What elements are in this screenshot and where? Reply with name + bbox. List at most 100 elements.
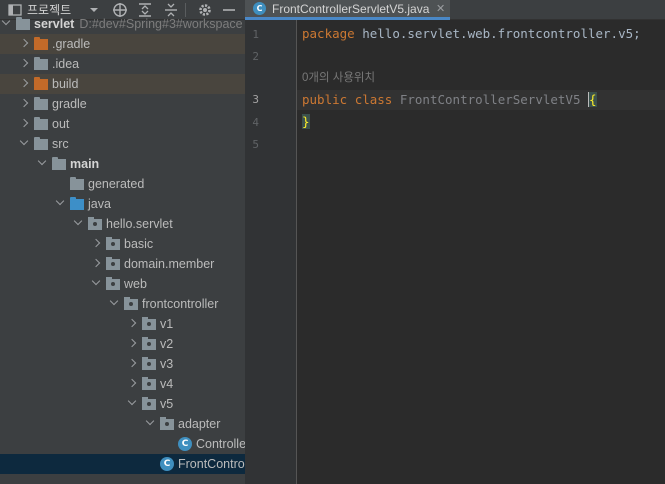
tree-row-basic[interactable]: basic [0,234,245,254]
code-keyword: class [354,92,393,107]
chevron-right-icon[interactable] [19,78,29,88]
chevron-right-icon[interactable] [91,238,101,248]
package-icon [142,357,156,370]
usages-hint[interactable]: 0개의 사용위치 [302,69,375,85]
chevron-down-icon[interactable] [37,156,47,166]
tree-item-label: out [52,114,69,134]
tree-row-web[interactable]: web [0,274,245,294]
package-icon [142,317,156,330]
tree-row-out[interactable]: out [0,114,245,134]
tree-item-text: java [88,197,111,211]
tree-row-idea[interactable]: .idea [0,54,245,74]
module-path: D:#dev#Spring#3#workspace [79,17,243,31]
tree-item-text: basic [124,237,154,251]
tree-row-src[interactable]: src [0,134,245,154]
tree-item-text: web [124,277,147,291]
tree-row-adapter[interactable]: adapter [0,414,245,434]
tree-item-label: .gradle [52,34,90,54]
tree-item-text: v4 [160,377,174,391]
chevron-down-icon[interactable] [145,416,155,426]
tree-row-hello-servlet[interactable]: hello.servlet [0,214,245,234]
tree-item-text: build [52,77,79,91]
chevron-down-icon[interactable] [19,136,29,146]
close-icon[interactable]: ✕ [436,0,445,18]
chevron-down-icon[interactable] [127,396,137,406]
folder-icon [34,57,48,70]
class-icon: C [253,2,266,15]
tree-item-text: v3 [160,357,174,371]
class-icon: C [178,437,192,451]
tree-row-domain-member[interactable]: domain.member [0,254,245,274]
tree-row-frontcontrol[interactable]: C FrontControl [0,454,245,474]
tree-item-text: src [52,137,69,151]
open-brace: { [589,92,597,107]
tree-item-text: domain.member [124,257,215,271]
tree-row-frontcontroller[interactable]: frontcontroller [0,294,245,314]
tree-row-controlle[interactable]: C Controlle [0,434,245,454]
chevron-right-icon[interactable] [91,258,101,268]
tree-row-build[interactable]: build [0,74,245,94]
tree-item-label: gradle [52,94,87,114]
chevron-right-icon[interactable] [19,118,29,128]
chevron-down-icon[interactable] [55,196,65,206]
tree-row-servlet[interactable]: servlet D:#dev#Spring#3#workspace [0,14,245,34]
tree-item-label: servlet D:#dev#Spring#3#workspace [34,14,243,34]
tree-item-text: main [70,157,100,171]
code-line-3[interactable]: public class FrontControllerServletV5 { [302,92,597,107]
tree-item-text: Controlle [196,437,245,451]
package-icon [142,397,156,410]
close-brace: } [302,114,310,129]
chevron-down-icon[interactable] [91,276,101,286]
chevron-right-icon[interactable] [19,98,29,108]
tree-item-text: hello.servlet [106,217,173,231]
tree-item-text: v5 [160,397,174,411]
tree-row-v1[interactable]: v1 [0,314,245,334]
tree-item-text: v1 [160,317,174,331]
chevron-down-icon[interactable] [109,296,119,306]
tree-row-v5[interactable]: v5 [0,394,245,414]
line-number: 3 [252,93,259,106]
chevron-right-icon[interactable] [127,338,137,348]
code-line-4[interactable]: } [302,114,310,129]
module-folder-icon [52,157,66,170]
editor-tab[interactable]: C FrontControllerServletV5.java ✕ [245,0,450,20]
tree-row-main[interactable]: main [0,154,245,174]
source-folder-icon [70,197,84,210]
package-icon [142,377,156,390]
tree-row-v4[interactable]: v4 [0,374,245,394]
chevron-right-icon[interactable] [127,358,137,368]
tree-item-label: build [52,74,78,94]
tree-item-text: out [52,117,70,131]
tree-row-gradle[interactable]: .gradle [0,34,245,54]
tree-item-label: src [52,134,69,154]
package-icon [142,337,156,350]
code-line-1[interactable]: package hello.servlet.web.frontcontrolle… [302,26,641,41]
package-icon [124,297,138,310]
chevron-down-icon[interactable] [1,16,11,26]
tree-item-label: v1 [160,314,173,334]
tree-row-v2[interactable]: v2 [0,334,245,354]
package-icon [106,237,120,250]
editor-tab-bar: C FrontControllerServletV5.java ✕ [245,0,665,20]
tree-item-label: main [70,154,99,174]
tree-item-text: gradle [52,97,87,111]
tree-item-label: generated [88,174,144,194]
chevron-right-icon[interactable] [127,318,137,328]
tree-row-v3[interactable]: v3 [0,354,245,374]
tree-row-gradle[interactable]: gradle [0,94,245,114]
package-icon [88,217,102,230]
tree-item-text: .idea [52,57,80,71]
tree-item-label: v5 [160,394,173,414]
chevron-right-icon[interactable] [19,58,29,68]
chevron-right-icon[interactable] [127,378,137,388]
tree-item-text: frontcontroller [142,297,219,311]
tree-row-java[interactable]: java [0,194,245,214]
chevron-down-icon[interactable] [73,216,83,226]
chevron-right-icon[interactable] [19,38,29,48]
tree-item-label: basic [124,234,153,254]
folder-icon [34,137,48,150]
tree-row-generated[interactable]: generated [0,174,245,194]
tree-item-text: servlet [34,17,75,31]
line-number: 2 [252,50,259,63]
line-number: 5 [252,138,259,151]
